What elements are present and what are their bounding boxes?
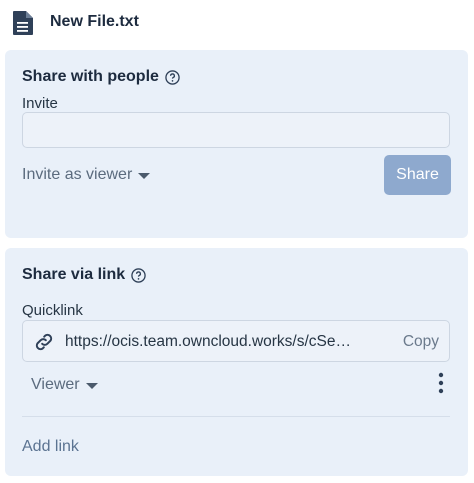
invite-role-dropdown[interactable]: Invite as viewer bbox=[22, 166, 151, 184]
invite-role-label: Invite as viewer bbox=[22, 166, 133, 183]
file-header: New File.txt bbox=[0, 0, 474, 46]
share-with-people-panel: Share with people Invite Invite as viewe… bbox=[5, 50, 468, 238]
caret-down-icon bbox=[85, 382, 98, 389]
add-link-button[interactable]: Add link bbox=[22, 438, 79, 456]
share-with-people-heading: Share with people bbox=[22, 68, 180, 86]
share-with-people-title: Share with people bbox=[22, 68, 159, 85]
link-role-label: Viewer bbox=[31, 376, 80, 393]
quicklink-label: Quicklink bbox=[22, 302, 83, 319]
file-name: New File.txt bbox=[50, 13, 139, 30]
help-icon[interactable] bbox=[165, 69, 180, 85]
link-role-dropdown[interactable]: Viewer bbox=[31, 376, 98, 394]
quicklink-field: https://ocis.team.owncloud.works/s/cSehH… bbox=[22, 320, 450, 362]
link-icon bbox=[35, 333, 53, 351]
invite-label: Invite bbox=[22, 95, 58, 112]
share-button[interactable]: Share bbox=[384, 155, 451, 195]
divider bbox=[22, 416, 450, 417]
share-via-link-heading: Share via link bbox=[22, 266, 146, 284]
text-file-icon bbox=[13, 11, 33, 35]
caret-down-icon bbox=[138, 172, 151, 179]
quicklink-url[interactable]: https://ocis.team.owncloud.works/s/cSehH… bbox=[65, 333, 357, 351]
help-icon[interactable] bbox=[131, 267, 146, 283]
more-options-icon[interactable] bbox=[438, 372, 444, 394]
share-via-link-title: Share via link bbox=[22, 266, 126, 283]
share-via-link-panel: Share via link Quicklink https://ocis.te… bbox=[5, 248, 468, 476]
copy-link-button[interactable]: Copy bbox=[403, 333, 439, 351]
invite-input[interactable] bbox=[22, 112, 450, 148]
